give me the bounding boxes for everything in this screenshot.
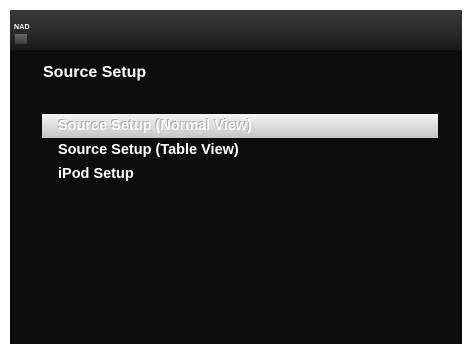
menu-item-source-setup-normal-view[interactable]: Source Setup (Normal View) [42,114,438,138]
header-bar: NAD [10,10,462,50]
nad-logo: NAD [14,24,36,50]
menu-item-ipod-setup[interactable]: iPod Setup [42,162,438,186]
logo-mark-icon [15,34,27,44]
brand-label: NAD [14,24,30,31]
tv-screen: NAD Source Setup Source Setup (Normal Vi… [10,10,462,344]
page-title: Source Setup [43,64,147,81]
setup-menu: Source Setup (Normal View) Source Setup … [42,114,438,186]
menu-item-source-setup-table-view[interactable]: Source Setup (Table View) [42,138,438,162]
